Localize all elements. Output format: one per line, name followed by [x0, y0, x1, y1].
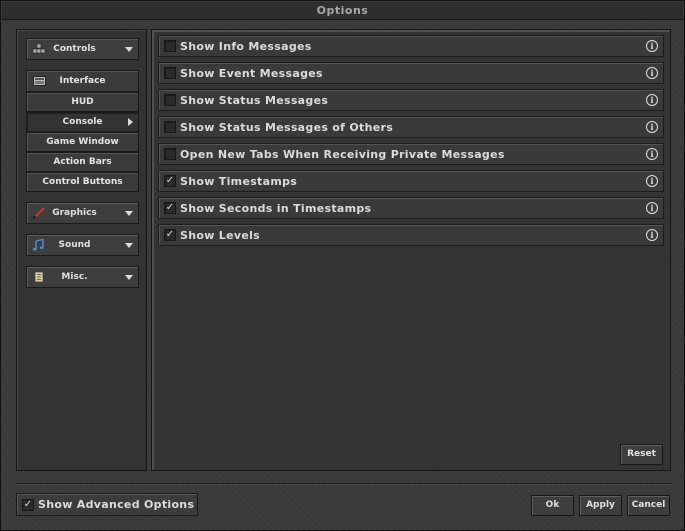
graphics-label: Graphics [52, 208, 97, 218]
show-advanced-options-label: Show Advanced Options [38, 498, 195, 511]
check-icon[interactable]: ✓ [164, 175, 176, 187]
info-icon[interactable]: i [646, 175, 658, 187]
option-row-show-levels[interactable]: ✓ Show Levels i [158, 224, 664, 246]
info-icon[interactable]: i [646, 202, 658, 214]
option-row-show-status-messages[interactable]: Show Status Messages i [158, 89, 664, 111]
interface-label: Interface [59, 76, 106, 86]
sidebar-item-label: Game Window [46, 137, 119, 147]
option-label: Show Status Messages of Others [180, 121, 394, 134]
sidebar-item-label: Console [62, 117, 103, 127]
chevron-down-icon [125, 47, 133, 52]
checkbox[interactable] [164, 148, 176, 160]
interface-icon [33, 76, 46, 86]
sidebar-item-hud[interactable]: HUD [26, 92, 139, 112]
info-icon[interactable]: i [646, 67, 658, 79]
option-label: Show Levels [180, 229, 261, 242]
chevron-down-icon [125, 275, 133, 280]
show-advanced-options-checkbox[interactable]: ✓ Show Advanced Options [16, 493, 198, 516]
option-row-open-new-tabs-when-receiving-private-messages[interactable]: Open New Tabs When Receiving Private Mes… [158, 143, 664, 165]
option-label: Show Info Messages [180, 40, 312, 53]
option-row-show-timestamps[interactable]: ✓ Show Timestamps i [158, 170, 664, 192]
info-icon[interactable]: i [646, 229, 658, 241]
option-label: Show Timestamps [180, 175, 298, 188]
info-icon[interactable]: i [646, 40, 658, 52]
option-row-show-status-messages-of-others[interactable]: Show Status Messages of Others i [158, 116, 664, 138]
checkbox[interactable] [164, 94, 176, 106]
option-label: Show Status Messages [180, 94, 329, 107]
option-row-show-info-messages[interactable]: Show Info Messages i [158, 35, 664, 57]
controls-label: Controls [53, 44, 96, 54]
sidebar-item-game-window[interactable]: Game Window [26, 132, 139, 152]
info-icon[interactable]: i [646, 94, 658, 106]
controls-button[interactable]: Controls [26, 38, 139, 60]
sidebar-item-action-bars[interactable]: Action Bars [26, 152, 139, 172]
sidebar-item-control-buttons[interactable]: Control Buttons [26, 172, 139, 192]
check-icon[interactable]: ✓ [164, 229, 176, 241]
cancel-button[interactable]: Cancel [627, 495, 670, 516]
sound-label: Sound [58, 240, 91, 250]
options-window: Options Controls Interface HUD Console G… [0, 0, 685, 531]
sidebar-item-label: Control Buttons [42, 177, 123, 187]
checkbox[interactable] [164, 67, 176, 79]
info-icon[interactable]: i [646, 148, 658, 160]
chevron-down-icon [125, 211, 133, 216]
option-label: Open New Tabs When Receiving Private Mes… [180, 148, 505, 161]
misc-label: Misc. [61, 272, 88, 282]
option-label: Show Event Messages [180, 67, 323, 80]
graphics-button[interactable]: Graphics [26, 202, 139, 224]
misc-button[interactable]: Misc. [26, 266, 139, 288]
ok-button[interactable]: Ok [531, 495, 574, 516]
chevron-right-icon [128, 118, 133, 126]
check-icon[interactable]: ✓ [22, 499, 34, 511]
sidebar-item-label: HUD [71, 97, 94, 107]
window-title: Options [2, 2, 683, 20]
sidebar-item-console[interactable]: Console [26, 112, 139, 132]
chevron-down-icon [125, 243, 133, 248]
options-sidebar: Controls Interface HUD Console Game Wind… [16, 29, 147, 471]
apply-button[interactable]: Apply [579, 495, 622, 516]
option-row-show-seconds-in-timestamps[interactable]: ✓ Show Seconds in Timestamps i [158, 197, 664, 219]
interface-header[interactable]: Interface [26, 70, 139, 92]
checkbox[interactable] [164, 121, 176, 133]
option-row-show-event-messages[interactable]: Show Event Messages i [158, 62, 664, 84]
info-icon[interactable]: i [646, 121, 658, 133]
footer-divider [16, 483, 671, 485]
check-icon[interactable]: ✓ [164, 202, 176, 214]
sound-button[interactable]: Sound [26, 234, 139, 256]
sidebar-item-label: Action Bars [53, 157, 112, 167]
console-options-panel: Show Info Messages i Show Event Messages i S… [151, 29, 671, 471]
reset-button[interactable]: Reset [620, 444, 663, 465]
option-label: Show Seconds in Timestamps [180, 202, 372, 215]
checkbox[interactable] [164, 40, 176, 52]
